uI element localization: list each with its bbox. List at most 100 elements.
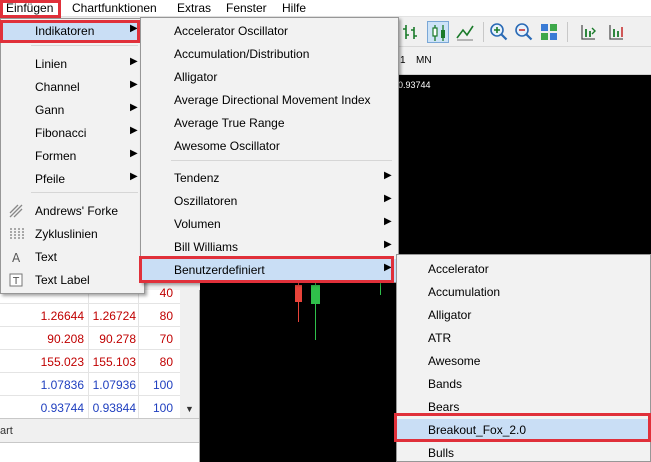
chart-shift-icon[interactable]: [577, 21, 599, 43]
menu-item-text[interactable]: A Text: [1, 246, 144, 269]
menu-item-average-true-range[interactable]: Average True Range: [141, 112, 398, 135]
menu-item-label: Volumen: [174, 217, 221, 231]
menu-item-bulls[interactable]: Bulls: [397, 442, 650, 462]
menu-item-label: Bill Williams: [174, 240, 238, 254]
chart-price-label: 0.93744: [398, 80, 431, 90]
menu-item-label: Awesome Oscillator: [174, 139, 280, 153]
menu-item-awesome[interactable]: Awesome: [397, 350, 650, 373]
menu-item-bands[interactable]: Bands: [397, 373, 650, 396]
candle-bull: [311, 285, 320, 304]
menu-item-label: Alligator: [428, 308, 472, 322]
submenu-arrow-icon: ▶: [130, 102, 138, 113]
cell-ask: 90.278: [99, 332, 136, 346]
submenu-arrow-icon: ▶: [130, 23, 138, 34]
market-watch-scrollbar[interactable]: ▼: [180, 290, 199, 418]
table-row[interactable]: 1.07836 1.07936 100: [0, 373, 180, 396]
navigator-area: [0, 442, 199, 462]
zoom-out-icon[interactable]: [513, 21, 535, 43]
menu-item-alligator[interactable]: Alligator: [397, 304, 650, 327]
menu-einfuegen[interactable]: Einfügen: [6, 2, 53, 15]
menu-item-accumulation[interactable]: Accumulation: [397, 281, 650, 304]
menu-item-awesome-oscillator[interactable]: Awesome Oscillator: [141, 135, 398, 158]
menu-hilfe[interactable]: Hilfe: [282, 2, 306, 15]
menu-item-volumen[interactable]: Volumen ▶: [141, 213, 398, 236]
einfuegen-dropdown: Indikatoren ▶ Linien ▶ Channel ▶ Gann ▶ Fibonacc…: [0, 18, 145, 294]
menu-extras[interactable]: Extras: [177, 2, 211, 15]
zoom-in-icon[interactable]: [488, 21, 510, 43]
menu-item-atr[interactable]: ATR: [397, 327, 650, 350]
menu-item-tendenz[interactable]: Tendenz ▶: [141, 167, 398, 190]
menu-item-label: Accelerator: [428, 262, 489, 276]
pitchfork-icon: [8, 203, 24, 219]
menu-item-label: Text Label: [35, 273, 90, 287]
submenu-arrow-icon: ▶: [384, 170, 392, 181]
menu-item-formen[interactable]: Formen ▶: [1, 145, 144, 168]
timeframe-mn[interactable]: MN: [416, 55, 432, 66]
menu-fenster[interactable]: Fenster: [226, 2, 267, 15]
menu-item-label: Channel: [35, 80, 80, 94]
cycle-lines-icon: [8, 226, 24, 242]
tile-windows-icon[interactable]: [538, 21, 560, 43]
menu-item-fibonacci[interactable]: Fibonacci ▶: [1, 122, 144, 145]
cell-spread: 70: [159, 332, 173, 346]
benutzerdefiniert-submenu: Accelerator Accumulation Alligator ATR Aweso…: [396, 254, 651, 462]
submenu-arrow-icon: ▶: [384, 239, 392, 250]
menu-item-bears[interactable]: Bears: [397, 396, 650, 419]
menu-item-label: Awesome: [428, 354, 481, 368]
menu-item-andrews-forke[interactable]: Andrews' Forke: [1, 200, 144, 223]
menu-item-label: Breakout_Fox_2.0: [428, 423, 527, 437]
cell-ask: 1.07936: [92, 378, 136, 392]
cell-ask: 155.103: [92, 355, 136, 369]
cell-spread: 100: [152, 378, 173, 392]
menu-item-label: Accelerator Oscillator: [174, 24, 289, 38]
menu-item-channel[interactable]: Channel ▶: [1, 76, 144, 99]
candle-bear: [295, 285, 302, 302]
submenu-arrow-icon: ▶: [384, 193, 392, 204]
menu-separator: [171, 160, 392, 161]
cell-bid: 155.023: [40, 355, 84, 369]
menu-item-pfeile[interactable]: Pfeile ▶: [1, 168, 144, 191]
menu-item-accelerator-oscillator[interactable]: Accelerator Oscillator: [141, 20, 398, 43]
menu-chartfunktionen[interactable]: Chartfunktionen: [72, 2, 157, 15]
cell-bid: 1.07836: [40, 378, 84, 392]
menu-item-accumulation-distribution[interactable]: Accumulation/Distribution: [141, 43, 398, 66]
bar-chart-icon[interactable]: [400, 21, 422, 43]
line-chart-icon[interactable]: [454, 21, 476, 43]
menu-item-label: Andrews' Forke: [35, 204, 118, 218]
cell-spread: 80: [159, 309, 173, 323]
menu-item-label: Text: [35, 250, 58, 264]
menu-item-label: Average Directional Movement Index: [174, 93, 371, 107]
menu-item-label: Fibonacci: [35, 126, 87, 140]
menu-item-oszillatoren[interactable]: Oszillatoren ▶: [141, 190, 398, 213]
menu-item-benutzerdefiniert[interactable]: Benutzerdefiniert ▶: [141, 259, 398, 282]
cell-spread: 100: [152, 401, 173, 415]
menu-item-alligator[interactable]: Alligator: [141, 66, 398, 89]
menu-item-average-directional-movement-index[interactable]: Average Directional Movement Index: [141, 89, 398, 112]
candlestick-icon[interactable]: [427, 21, 449, 43]
submenu-arrow-icon: ▶: [130, 56, 138, 67]
menu-item-accelerator[interactable]: Accelerator: [397, 258, 650, 281]
menu-item-linien[interactable]: Linien ▶: [1, 53, 144, 76]
menu-item-label: Accumulation: [428, 285, 501, 299]
menu-item-text-label[interactable]: T Text Label: [1, 269, 144, 292]
menu-separator: [31, 192, 138, 193]
auto-scroll-icon[interactable]: [605, 21, 627, 43]
cell-ask: 1.26724: [92, 309, 136, 323]
table-row[interactable]: 0.93744 0.93844 100: [0, 396, 180, 419]
tab-label[interactable]: art: [0, 425, 13, 437]
menu-item-label: Bands: [428, 377, 463, 391]
cell-spread: 80: [159, 355, 173, 369]
timeframe-1[interactable]: 1: [400, 55, 406, 66]
svg-text:A: A: [12, 251, 21, 265]
menu-item-label: Alligator: [174, 70, 218, 84]
table-row[interactable]: 155.023 155.103 80: [0, 350, 180, 373]
table-row[interactable]: 90.208 90.278 70: [0, 327, 180, 350]
menu-item-gann[interactable]: Gann ▶: [1, 99, 144, 122]
menu-item-zykluslinien[interactable]: Zykluslinien: [1, 223, 144, 246]
menu-item-label: Zykluslinien: [35, 227, 98, 241]
scroll-down-icon[interactable]: ▼: [185, 404, 194, 414]
menu-item-breakout-fox-2-0[interactable]: Breakout_Fox_2.0: [397, 419, 650, 442]
menu-item-bill-williams[interactable]: Bill Williams ▶: [141, 236, 398, 259]
table-row[interactable]: 1.26644 1.26724 80: [0, 304, 180, 327]
menu-item-indikatoren[interactable]: Indikatoren ▶: [1, 20, 144, 43]
